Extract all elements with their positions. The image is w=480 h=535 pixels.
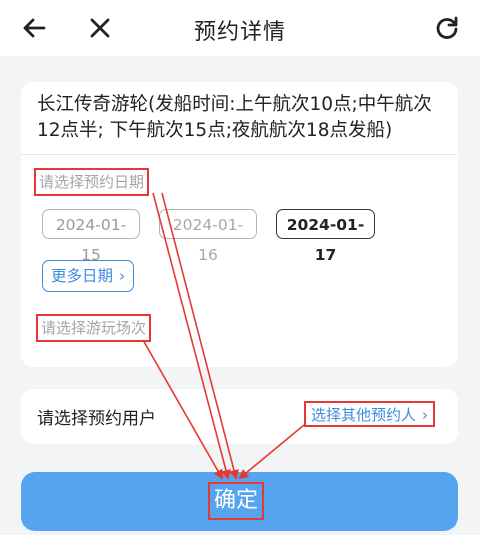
session-hint: 请选择游玩场次 — [36, 314, 152, 342]
top-bar: 预约详情 — [0, 0, 480, 56]
divider — [21, 154, 458, 155]
date-option-0[interactable]: 2024-01-15 — [42, 209, 140, 264]
confirm-label: 确定 — [208, 482, 264, 520]
more-dates-button[interactable]: 更多日期 › — [42, 260, 135, 292]
user-card: 请选择预约用户 选择其他预约人 › — [21, 389, 458, 444]
more-dates-label: 更多日期 — [51, 267, 114, 285]
boat-title: 长江传奇游轮(发船时间:上午航次10点;中午航次12点半; 下午航次15点;夜航… — [37, 94, 432, 141]
refresh-icon[interactable] — [433, 14, 461, 42]
chevron-right-icon: › — [422, 406, 429, 424]
other-user-label: 选择其他预约人 — [311, 406, 417, 424]
confirm-button[interactable]: 确定 — [21, 472, 458, 531]
date-option-selected[interactable]: 2024-01-17 — [276, 209, 375, 264]
select-other-user-link[interactable]: 选择其他预约人 › — [304, 401, 436, 427]
chevron-right-icon: › — [119, 267, 126, 285]
page-title: 预约详情 — [193, 20, 286, 45]
booking-card: 长江传奇游轮(发船时间:上午航次10点;中午航次12点半; 下午航次15点;夜航… — [21, 82, 458, 367]
date-hint: 请选择预约日期 — [34, 168, 150, 196]
date-option-1[interactable]: 2024-01-16 — [159, 209, 257, 264]
user-label: 请选择预约用户 — [37, 409, 156, 429]
